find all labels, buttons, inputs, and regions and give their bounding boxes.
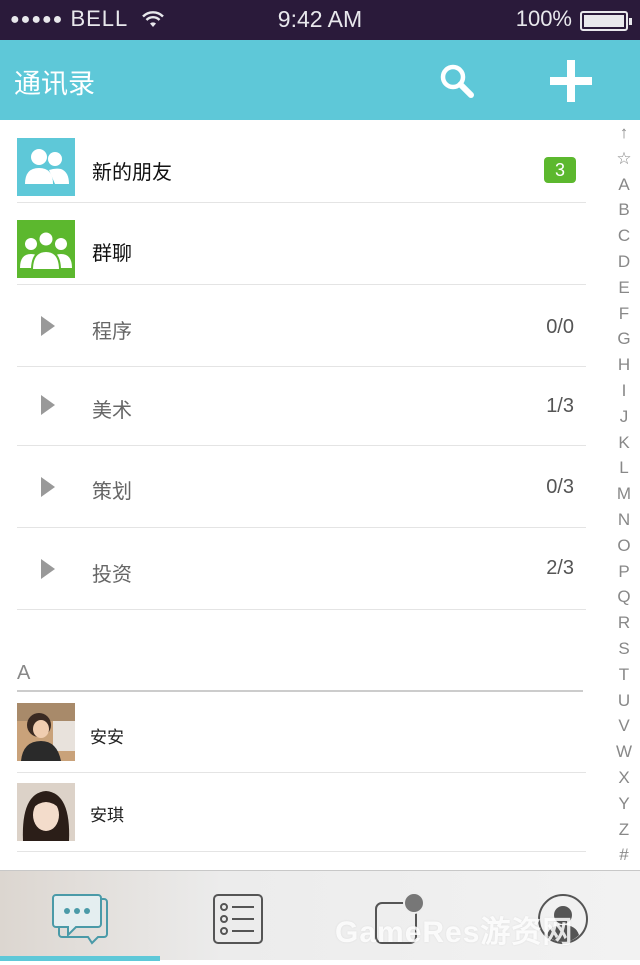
contact-name: 安琪: [90, 806, 124, 826]
index-letter[interactable]: ☆: [612, 146, 636, 172]
expand-arrow-icon: [41, 395, 55, 415]
index-letter[interactable]: Z: [612, 817, 636, 843]
index-letter[interactable]: D: [612, 249, 636, 275]
index-letter[interactable]: O: [612, 533, 636, 559]
group-chat-row[interactable]: 群聊: [17, 203, 586, 285]
status-bar: ●●●●● BELL 9:42 AM 100%: [0, 0, 640, 40]
search-icon: [440, 64, 474, 98]
index-letter[interactable]: W: [612, 739, 636, 765]
avatar: [17, 783, 75, 841]
index-letter[interactable]: F: [612, 301, 636, 327]
group-name: 美术: [92, 398, 132, 422]
contact-row[interactable]: 安琪: [17, 773, 586, 852]
section-letter: A: [17, 662, 31, 684]
group-chat-icon: [17, 220, 75, 278]
index-letter[interactable]: P: [612, 559, 636, 585]
index-letter[interactable]: A: [612, 172, 636, 198]
index-letter[interactable]: S: [612, 636, 636, 662]
nav-bar: 通讯录: [0, 40, 640, 120]
new-friends-icon: [17, 138, 75, 196]
index-letter[interactable]: Q: [612, 584, 636, 610]
expand-arrow-icon: [41, 316, 55, 336]
section-header: A: [17, 660, 583, 692]
search-button[interactable]: [436, 60, 480, 104]
watermark: GameRes游资网: [335, 916, 574, 949]
index-letter[interactable]: K: [612, 430, 636, 456]
page-title: 通讯录: [14, 69, 95, 100]
expand-arrow-icon: [41, 477, 55, 497]
index-letter[interactable]: C: [612, 223, 636, 249]
contact-row[interactable]: 安安: [17, 693, 586, 773]
index-letter[interactable]: ↑: [612, 120, 636, 146]
index-letter[interactable]: V: [612, 713, 636, 739]
battery-icon: [580, 11, 632, 31]
index-letter[interactable]: R: [612, 610, 636, 636]
new-friends-row[interactable]: 新的朋友 3: [17, 120, 586, 203]
index-letter[interactable]: E: [612, 275, 636, 301]
expand-arrow-icon: [41, 559, 55, 579]
index-letter[interactable]: B: [612, 197, 636, 223]
contact-list-icon: [213, 894, 263, 944]
group-name: 投资: [92, 562, 132, 586]
group-name: 程序: [92, 319, 132, 343]
avatar: [17, 703, 75, 761]
group-chat-label: 群聊: [92, 241, 132, 265]
group-name: 策划: [92, 479, 132, 503]
index-letter[interactable]: H: [612, 352, 636, 378]
group-row-programming[interactable]: 程序 0/0: [17, 285, 586, 367]
plus-icon: [550, 60, 592, 102]
index-letter[interactable]: M: [612, 481, 636, 507]
group-online-count: 1/3: [546, 395, 574, 417]
group-online-count: 0/3: [546, 476, 574, 498]
index-letter[interactable]: J: [612, 404, 636, 430]
index-letter[interactable]: L: [612, 455, 636, 481]
index-letter[interactable]: N: [612, 507, 636, 533]
tab-bar: GameRes游资网: [0, 870, 640, 961]
index-letter[interactable]: Y: [612, 791, 636, 817]
new-friends-badge: 3: [544, 157, 576, 183]
index-letter[interactable]: I: [612, 378, 636, 404]
index-letter[interactable]: T: [612, 662, 636, 688]
index-letter[interactable]: X: [612, 765, 636, 791]
index-letter[interactable]: G: [612, 326, 636, 352]
group-row-art[interactable]: 美术 1/3: [17, 367, 586, 446]
battery-percent: 100%: [515, 6, 572, 31]
contact-name: 安安: [90, 728, 124, 748]
group-online-count: 0/0: [546, 316, 574, 338]
add-button[interactable]: [548, 58, 594, 104]
chat-bubble-icon: [52, 894, 108, 945]
group-online-count: 2/3: [546, 557, 574, 579]
new-friends-label: 新的朋友: [92, 160, 172, 184]
tab-contacts[interactable]: [160, 871, 320, 961]
tab-messages[interactable]: [0, 871, 160, 961]
index-letter[interactable]: U: [612, 688, 636, 714]
index-letter[interactable]: #: [612, 842, 636, 868]
group-row-planning[interactable]: 策划 0/3: [17, 446, 586, 528]
alphabet-index[interactable]: ↑ ☆ A B C D E F G H I J K L M N O P Q R S T U V W X Y Z #: [612, 120, 636, 870]
group-row-investment[interactable]: 投资 2/3: [17, 528, 586, 610]
active-tab-indicator: [0, 956, 160, 961]
